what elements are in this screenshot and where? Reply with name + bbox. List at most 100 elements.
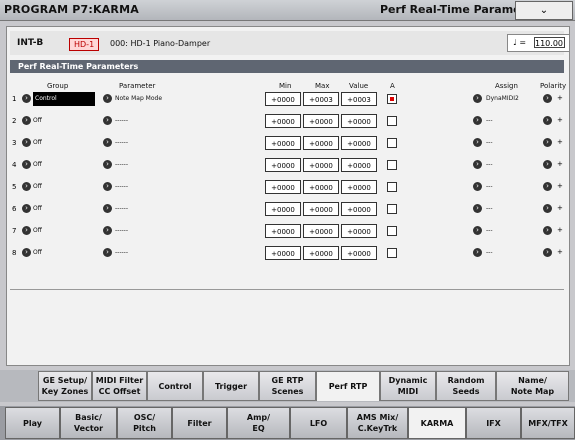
- main-tab-ams-mix-c-keytrk[interactable]: AMS Mix/C.KeyTrk: [347, 407, 408, 439]
- tab-control[interactable]: Control: [147, 371, 203, 401]
- assign-value[interactable]: DynaMIDI2: [486, 95, 519, 102]
- group-value[interactable]: Off: [33, 183, 42, 190]
- tab-midi-filter-cc-offset[interactable]: MIDI Filter CC Offset: [92, 371, 147, 401]
- max-field[interactable]: +0000: [303, 224, 339, 238]
- polarity-select-icon[interactable]: ›: [543, 248, 552, 257]
- assign-select-icon[interactable]: ›: [473, 182, 482, 191]
- parameter-select-icon[interactable]: ›: [103, 138, 112, 147]
- parameter-select-icon[interactable]: ›: [103, 160, 112, 169]
- value-field[interactable]: +0000: [341, 114, 377, 128]
- group-value[interactable]: Control: [33, 92, 95, 106]
- assign-select-icon[interactable]: ›: [473, 138, 482, 147]
- assign-value[interactable]: ---: [486, 205, 493, 212]
- polarity-select-icon[interactable]: ›: [543, 182, 552, 191]
- max-field[interactable]: +0000: [303, 136, 339, 150]
- tempo-field[interactable]: ♩ = 110.00: [507, 34, 570, 52]
- a-checkbox[interactable]: [387, 248, 397, 258]
- value-field[interactable]: +0000: [341, 158, 377, 172]
- max-field[interactable]: +0000: [303, 246, 339, 260]
- assign-select-icon[interactable]: ›: [473, 160, 482, 169]
- main-tab-filter[interactable]: Filter: [172, 407, 227, 439]
- a-checkbox[interactable]: [387, 204, 397, 214]
- parameter-value[interactable]: ------: [115, 117, 128, 124]
- parameter-value[interactable]: ------: [115, 205, 128, 212]
- assign-select-icon[interactable]: ›: [473, 116, 482, 125]
- main-tab-play[interactable]: Play: [5, 407, 60, 439]
- group-select-icon[interactable]: ›: [22, 226, 31, 235]
- parameter-value[interactable]: ------: [115, 249, 128, 256]
- a-checkbox[interactable]: [387, 94, 397, 104]
- parameter-select-icon[interactable]: ›: [103, 204, 112, 213]
- group-value[interactable]: Off: [33, 117, 42, 124]
- group-value[interactable]: Off: [33, 249, 42, 256]
- parameter-value[interactable]: Note Map Mode: [115, 95, 162, 102]
- group-value[interactable]: Off: [33, 139, 42, 146]
- parameter-select-icon[interactable]: ›: [103, 94, 112, 103]
- polarity-value[interactable]: +: [557, 160, 563, 168]
- group-value[interactable]: Off: [33, 161, 42, 168]
- assign-select-icon[interactable]: ›: [473, 94, 482, 103]
- value-field[interactable]: +0000: [341, 224, 377, 238]
- parameter-value[interactable]: ------: [115, 183, 128, 190]
- a-checkbox[interactable]: [387, 160, 397, 170]
- assign-select-icon[interactable]: ›: [473, 226, 482, 235]
- parameter-value[interactable]: ------: [115, 227, 128, 234]
- group-select-icon[interactable]: ›: [22, 160, 31, 169]
- tab-ge-setup-key-zones[interactable]: GE Setup/Key Zones: [38, 371, 92, 401]
- value-field[interactable]: +0000: [341, 202, 377, 216]
- assign-value[interactable]: ---: [486, 249, 493, 256]
- max-field[interactable]: +0000: [303, 114, 339, 128]
- min-field[interactable]: +0000: [265, 136, 301, 150]
- tab-perf-rtp[interactable]: Perf RTP: [316, 371, 380, 401]
- assign-value[interactable]: ---: [486, 183, 493, 190]
- main-tab-karma[interactable]: KARMA: [408, 407, 466, 439]
- polarity-select-icon[interactable]: ›: [543, 160, 552, 169]
- group-select-icon[interactable]: ›: [22, 204, 31, 213]
- polarity-value[interactable]: +: [557, 248, 563, 256]
- main-tab-basic-vector[interactable]: Basic/Vector: [60, 407, 117, 439]
- polarity-value[interactable]: +: [557, 94, 563, 102]
- parameter-value[interactable]: ------: [115, 139, 128, 146]
- min-field[interactable]: +0000: [265, 180, 301, 194]
- main-tab-ifx[interactable]: IFX: [466, 407, 521, 439]
- page-menu-button[interactable]: ⌄: [515, 1, 573, 20]
- group-select-icon[interactable]: ›: [22, 182, 31, 191]
- tempo-value[interactable]: 110.00: [534, 37, 565, 48]
- a-checkbox[interactable]: [387, 138, 397, 148]
- max-field[interactable]: +0000: [303, 202, 339, 216]
- polarity-select-icon[interactable]: ›: [543, 94, 552, 103]
- assign-select-icon[interactable]: ›: [473, 248, 482, 257]
- polarity-select-icon[interactable]: ›: [543, 226, 552, 235]
- parameter-select-icon[interactable]: ›: [103, 182, 112, 191]
- a-checkbox[interactable]: [387, 226, 397, 236]
- main-tab-amp-eq[interactable]: Amp/EQ: [227, 407, 290, 439]
- group-select-icon[interactable]: ›: [22, 116, 31, 125]
- polarity-select-icon[interactable]: ›: [543, 204, 552, 213]
- polarity-value[interactable]: +: [557, 116, 563, 124]
- value-field[interactable]: +0003: [341, 92, 377, 106]
- group-select-icon[interactable]: ›: [22, 138, 31, 147]
- tab-name-note-map[interactable]: Name/Note Map: [496, 371, 569, 401]
- group-select-icon[interactable]: ›: [22, 248, 31, 257]
- tab-dynamic-midi[interactable]: Dynamic MIDI: [380, 371, 436, 401]
- a-checkbox[interactable]: [387, 182, 397, 192]
- group-select-icon[interactable]: ›: [22, 94, 31, 103]
- a-checkbox[interactable]: [387, 116, 397, 126]
- group-value[interactable]: Off: [33, 227, 42, 234]
- polarity-value[interactable]: +: [557, 182, 563, 190]
- parameter-select-icon[interactable]: ›: [103, 248, 112, 257]
- main-tab-osc-pitch[interactable]: OSC/Pitch: [117, 407, 172, 439]
- value-field[interactable]: +0000: [341, 246, 377, 260]
- min-field[interactable]: +0000: [265, 158, 301, 172]
- value-field[interactable]: +0000: [341, 180, 377, 194]
- tab-random-seeds[interactable]: Random Seeds: [436, 371, 496, 401]
- program-name[interactable]: 000: HD-1 Piano-Damper: [110, 39, 210, 48]
- tab-ge-rtp-scenes[interactable]: GE RTP Scenes: [259, 371, 316, 401]
- max-field[interactable]: +0000: [303, 158, 339, 172]
- polarity-select-icon[interactable]: ›: [543, 138, 552, 147]
- min-field[interactable]: +0000: [265, 92, 301, 106]
- assign-value[interactable]: ---: [486, 139, 493, 146]
- assign-select-icon[interactable]: ›: [473, 204, 482, 213]
- polarity-value[interactable]: +: [557, 226, 563, 234]
- group-value[interactable]: Off: [33, 205, 42, 212]
